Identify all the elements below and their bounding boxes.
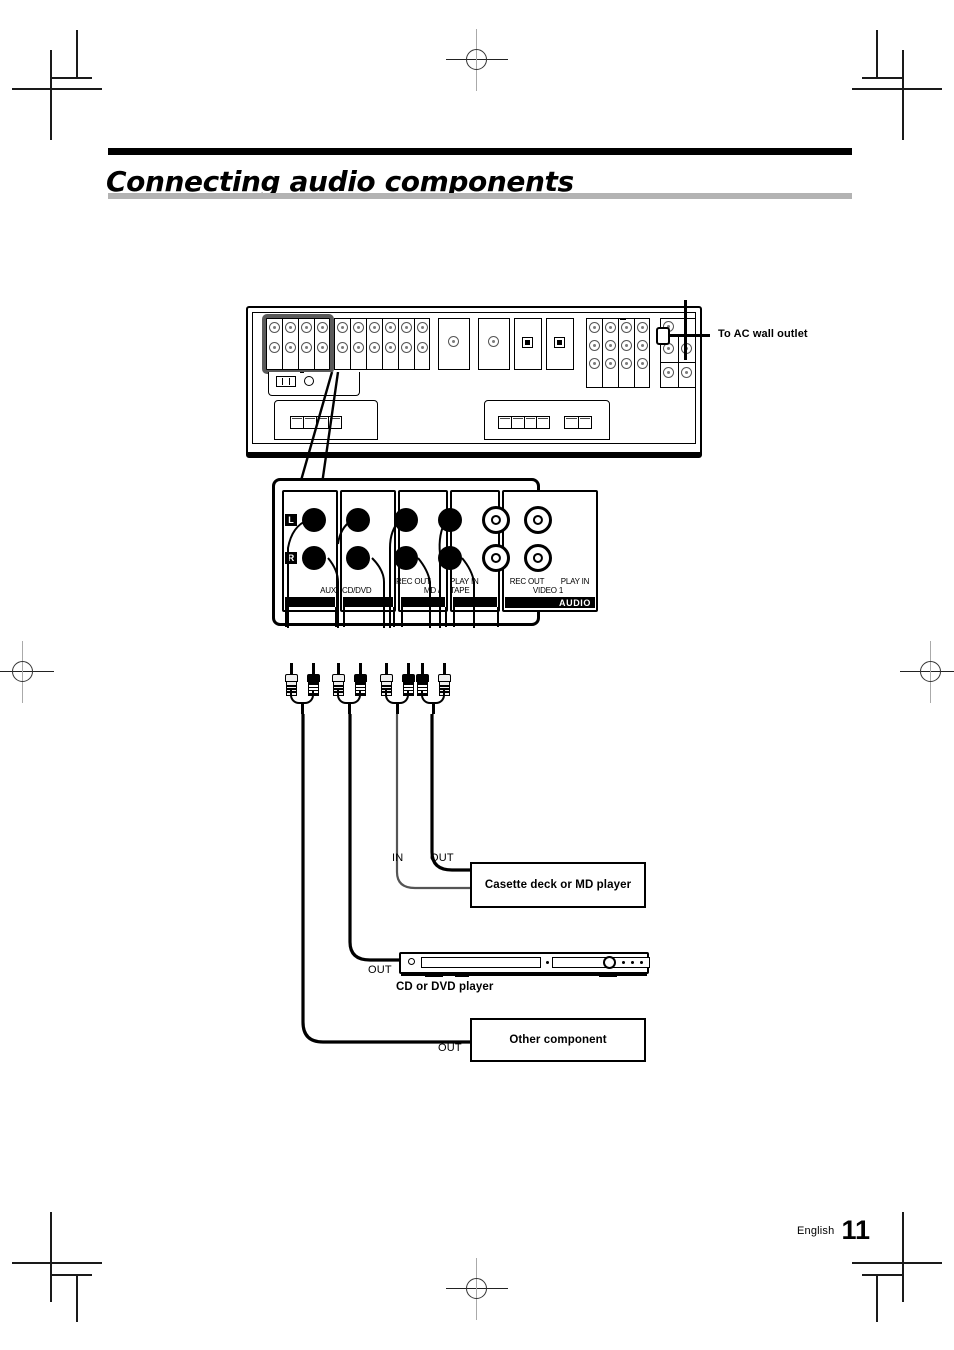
header-rule-bottom	[108, 193, 852, 199]
jack-group-right	[620, 318, 622, 320]
port-label-other-out: OUT	[438, 1042, 462, 1054]
cd-disc-tray	[421, 957, 541, 968]
speaker-terminal-center	[498, 416, 550, 429]
registration-mark-bottom	[446, 1258, 508, 1320]
jack-group-preout	[624, 318, 626, 320]
jack-connection-curves	[287, 519, 475, 628]
registration-mark-top	[446, 29, 508, 91]
footer-language: English	[796, 1225, 835, 1237]
jack-label-playin-video: PLAY IN	[560, 577, 590, 586]
registration-mark-right	[900, 641, 954, 703]
registration-mark-left	[0, 641, 54, 703]
component-label-cd-dvd: CD or DVD player	[396, 981, 494, 993]
ac-outlet-callout-label: To AC wall outlet	[718, 328, 808, 340]
cd-knob	[603, 956, 616, 969]
component-other: Other component	[470, 1018, 646, 1062]
header-rule-top	[108, 148, 852, 155]
ac-cable-vertical	[684, 300, 687, 360]
speaker-terminal-right	[564, 416, 592, 429]
port-label-cd-out: OUT	[368, 964, 392, 976]
highlight-outline-audio-inputs	[262, 314, 334, 374]
callout-leader-lines	[300, 372, 340, 485]
cd-display	[552, 957, 650, 968]
component-cassette-md: Casette deck or MD player	[470, 862, 646, 908]
page-footer: English 11	[690, 1215, 870, 1246]
jack-group-preout-main	[624, 306, 626, 308]
port-label-cassette-out: OUT	[430, 852, 454, 864]
jack-group-preout-box	[622, 318, 624, 320]
footer-page-number: 11	[841, 1215, 870, 1245]
cd-power-button	[408, 958, 415, 965]
ac-plug-shape	[656, 327, 670, 345]
component-cd-dvd-player-illustration	[399, 952, 650, 978]
port-label-cassette-in: IN	[392, 852, 404, 864]
voltage-selector-switch	[276, 376, 296, 387]
